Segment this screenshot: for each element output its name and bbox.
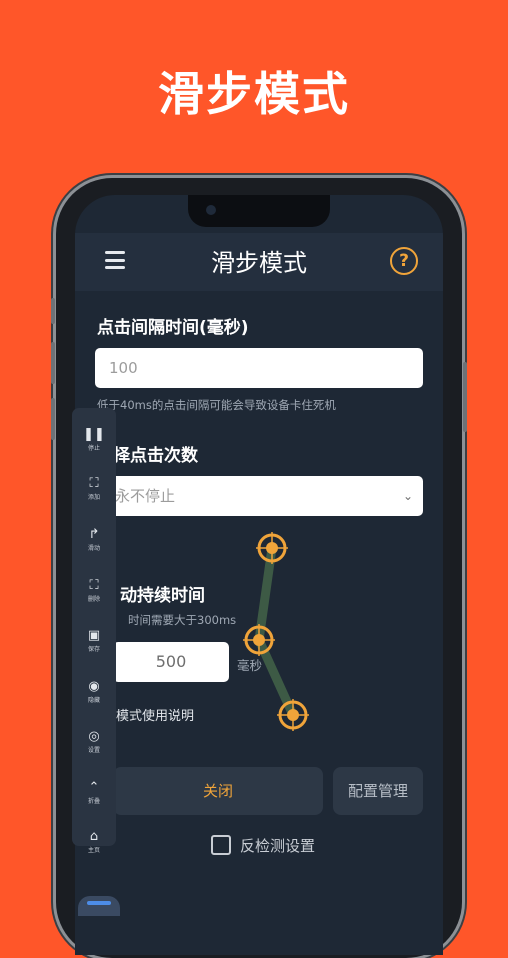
tool-settings-button[interactable]: ◎ 设置 [72,730,116,755]
tool-save-button[interactable]: ▣ 保存 [72,629,116,654]
target-point-3-icon [277,699,309,731]
settings-icon: ◎ [88,729,100,744]
swipe-path [254,543,298,720]
tool-swipe-button[interactable]: ↱ 滑动 [72,528,116,553]
pause-icon: ❚❚ [83,427,105,442]
save-icon: ▣ [87,628,101,643]
floating-toolbar: ❚❚ 停止 ⛶ 添加 ↱ 滑动 ⛶ 删除 ▣ 保存 ◉ 隐藏 ◎ 设置 ⌃ 折叠… [72,408,116,854]
target-point-2-icon [243,624,275,656]
home-icon: ⌂ [89,829,99,844]
tool-home-button[interactable]: ⌂ 主页 [72,830,116,855]
swipe-icon: ↱ [88,527,100,542]
tool-add-button[interactable]: ⛶ 添加 [72,477,116,502]
tool-hide-button[interactable]: ◉ 隐藏 [72,680,116,705]
add-target-icon: ⛶ [89,476,99,491]
target-point-1-icon [256,532,288,564]
eye-icon: ◉ [88,679,100,694]
collapse-icon: ⌃ [88,780,100,795]
remove-target-icon: ⛶ [89,578,99,593]
tool-collapse-button[interactable]: ⌃ 折叠 [72,781,116,806]
tool-stop-button[interactable]: ❚❚ 停止 [72,428,116,453]
bottom-tab-peek[interactable] [78,896,120,916]
tool-delete-button[interactable]: ⛶ 删除 [72,579,116,604]
